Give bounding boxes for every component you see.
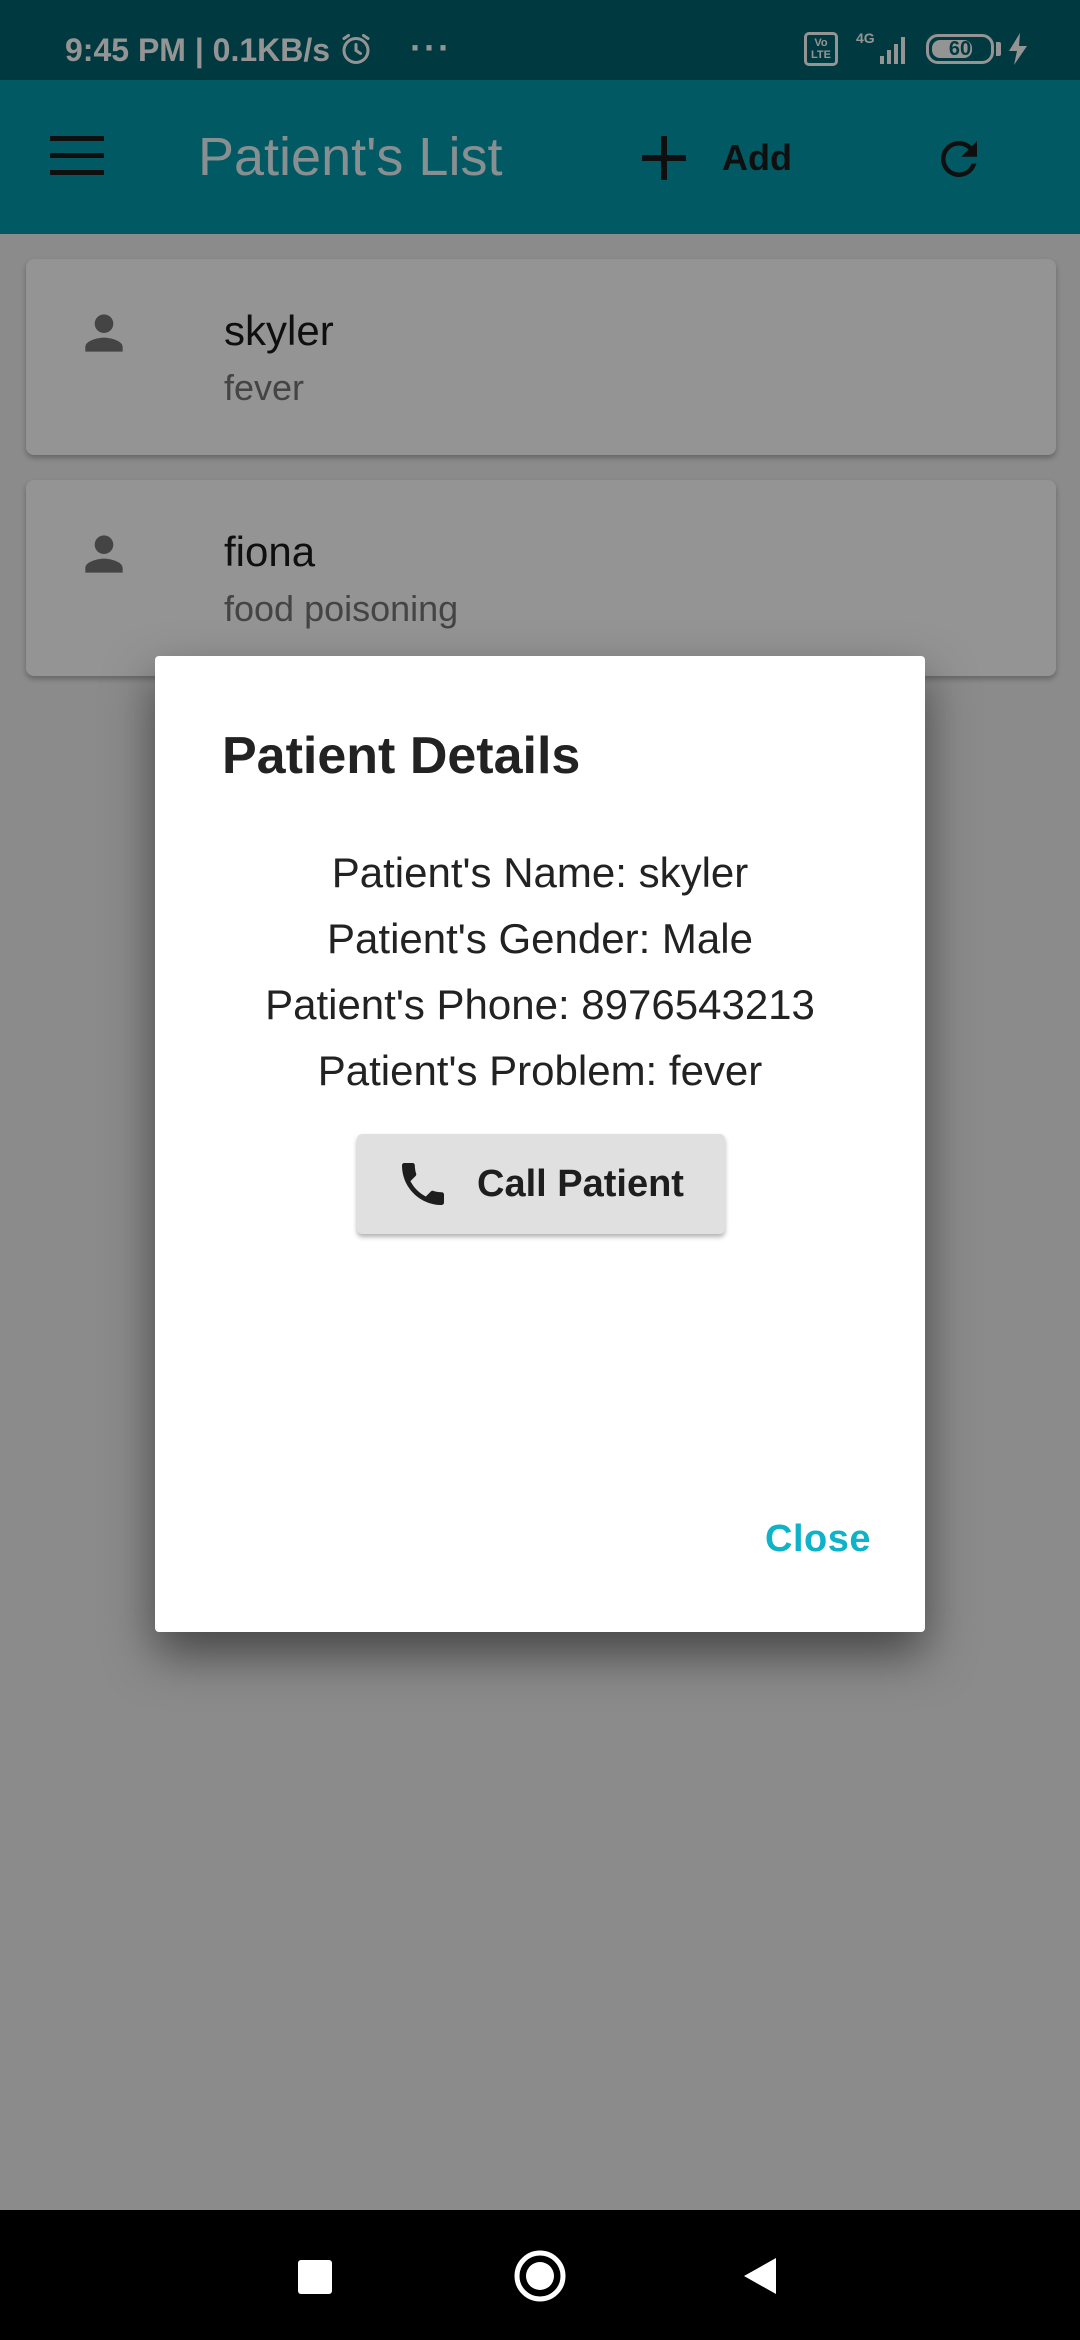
home-icon[interactable] (512, 2248, 568, 2304)
phone-icon (402, 1163, 444, 1205)
back-icon[interactable] (742, 2256, 778, 2296)
patient-gender-detail: Patient's Gender: Male (327, 915, 753, 962)
patient-problem-detail: Patient's Problem: fever (317, 1047, 763, 1094)
recents-icon[interactable] (298, 2260, 332, 2294)
dialog-title: Patient Details (222, 727, 581, 785)
patient-phone-detail: Patient's Phone: 8976543213 (265, 981, 815, 1028)
call-patient-button[interactable]: Call Patient (357, 1134, 725, 1234)
patient-details-dialog: Patient Details Patient's Name: skyler P… (155, 656, 925, 1632)
call-label: Call Patient (477, 1162, 684, 1205)
patient-name-detail: Patient's Name: skyler (331, 849, 749, 896)
close-button[interactable]: Close (765, 1518, 871, 1561)
navigation-bar (0, 2210, 1080, 2340)
patient-details: Patient's Name: skyler Patient's Gender:… (155, 840, 925, 1104)
